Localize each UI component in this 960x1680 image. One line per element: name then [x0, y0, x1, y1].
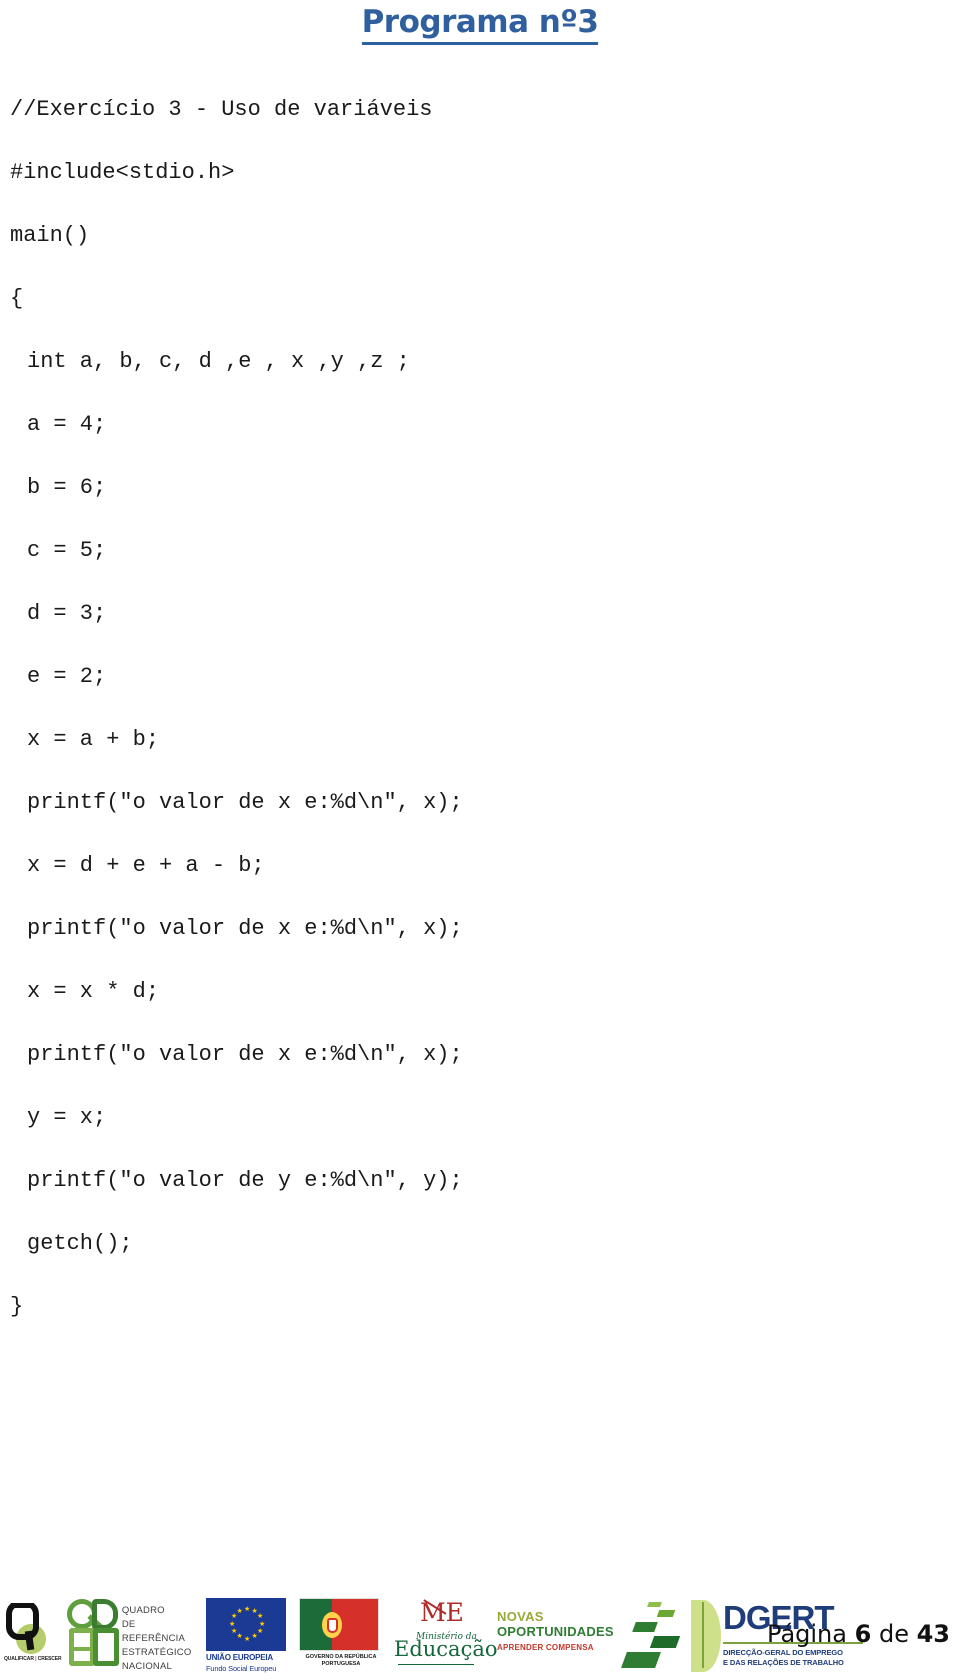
eu-star-icon: ★ [229, 1620, 236, 1628]
code-line: printf("o valor de x e:%d\n", x); [27, 916, 463, 941]
code-line: d = 3; [27, 601, 107, 626]
page-footer: QUALIFICAR | CRESCER QUADRO DE REFERÊNCI… [0, 1596, 960, 1680]
dgert-caption-1: DIRECÇÃO-GERAL DO EMPREGO [723, 1648, 843, 1657]
code-line: b = 6; [27, 475, 107, 500]
page-number-of: de [878, 1620, 909, 1648]
no-line-3: APRENDER COMPENSA [497, 1643, 594, 1652]
qren-logo: QUADRO DE REFERÊNCIA ESTRATÉGICO NACIONA… [65, 1598, 197, 1674]
no-line-1: NOVAS [497, 1609, 544, 1624]
poph-tagline: QUALIFICAR | CRESCER [4, 1656, 62, 1662]
code-line: { [10, 286, 24, 311]
portuguese-republic-logo: GOVERNO DA REPÚBLICA PORTUGUESA [299, 1598, 383, 1674]
footer-logo-strip: QUALIFICAR | CRESCER QUADRO DE REFERÊNCI… [4, 1596, 865, 1680]
code-line: y = x; [27, 1105, 107, 1130]
ministerio-educacao-logo: ME Ministério da Educação [392, 1598, 498, 1674]
page-number-current: 6 [854, 1620, 872, 1648]
dgert-caption-2: E DAS RELAÇÕES DE TRABALHO [723, 1658, 844, 1667]
eu-star-icon: ★ [231, 1628, 238, 1635]
page-number-total: 43 [916, 1620, 950, 1648]
page-title-text: Programa nº3 [361, 6, 599, 45]
poph-mark-icon [4, 1596, 52, 1654]
qren-line-1: QUADRO [121, 1605, 165, 1616]
code-line: #include<stdio.h> [10, 160, 235, 185]
pt-caption: GOVERNO DA REPÚBLICA PORTUGUESA [299, 1654, 383, 1668]
qren-line-4: NACIONAL [121, 1661, 172, 1672]
eu-star-icon: ★ [231, 1613, 238, 1620]
eu-star-icon: ★ [244, 1635, 251, 1643]
eu-star-icon: ★ [244, 1605, 251, 1613]
page-number: Página 6 de 43 [767, 1620, 950, 1648]
code-line: x = a + b; [27, 727, 160, 752]
code-line: int a, b, c, d ,e , x ,y ,z ; [27, 349, 410, 374]
page-number-label: Página [767, 1620, 847, 1648]
code-line: //Exercício 3 - Uso de variáveis [10, 97, 433, 122]
qren-wordmark: QUADRO DE REFERÊNCIA ESTRATÉGICO NACIONA… [122, 1598, 197, 1674]
dgert-leaf-icon [691, 1600, 721, 1672]
eu-caption-1: UNIÃO EUROPEIA [206, 1653, 273, 1662]
poph-logo: QUALIFICAR | CRESCER [4, 1596, 62, 1674]
code-line: printf("o valor de x e:%d\n", x); [27, 790, 463, 815]
code-line: x = x * d; [27, 979, 160, 1004]
novas-oportunidades-logo: NOVAS OPORTUNIDADES APRENDER COMPENSA [497, 1598, 614, 1674]
eu-flag-icon: ★ ★ ★ ★ ★ ★ ★ ★ ★ ★ ★ ★ [206, 1598, 286, 1651]
code-line: printf("o valor de y e:%d\n", y); [27, 1168, 463, 1193]
code-listing: //Exercício 3 - Uso de variáveis #include… [0, 95, 960, 1355]
eu-star-icon: ★ [259, 1620, 266, 1628]
code-line: getch(); [27, 1231, 133, 1256]
me-caption-2: Educação [394, 1637, 498, 1661]
eu-caption-2: Fundo Social Europeu [206, 1664, 277, 1673]
european-union-logo: ★ ★ ★ ★ ★ ★ ★ ★ ★ ★ ★ ★ UNIÃO EUROPEIA Fundo Social… [206, 1598, 290, 1674]
novas-oportunidades-shapes-icon [618, 1598, 681, 1674]
no-line-2: OPORTUNIDADES [497, 1624, 614, 1639]
code-line: main() [10, 223, 90, 248]
dgert-caption: DIRECÇÃO-GERAL DO EMPREGO E DAS RELAÇÕES… [723, 1648, 844, 1668]
eu-star-icon: ★ [256, 1613, 264, 1620]
code-line: a = 4; [27, 412, 107, 437]
code-line: } [10, 1294, 24, 1319]
code-line: c = 5; [27, 538, 107, 563]
code-line: x = d + e + a - b; [27, 853, 265, 878]
code-line: e = 2; [27, 664, 107, 689]
qren-line-3: ESTRATÉGICO [121, 1647, 192, 1658]
portugal-flag-icon [299, 1598, 379, 1651]
eu-star-icon: ★ [251, 1633, 258, 1641]
page-title: Programa nº3 [0, 4, 960, 45]
pt-caption-2: PORTUGUESA [321, 1661, 361, 1667]
me-monogram-icon: ME [420, 1598, 464, 1627]
eu-star-icon: ★ [236, 1607, 243, 1615]
code-line: printf("o valor de x e:%d\n", x); [27, 1042, 463, 1067]
qren-mark-icon [65, 1598, 119, 1670]
qren-line-2: DE REFERÊNCIA [121, 1619, 186, 1644]
eu-star-icon: ★ [236, 1633, 243, 1641]
eu-star-icon: ★ [251, 1607, 258, 1615]
pt-caption-1: GOVERNO DA REPÚBLICA [305, 1654, 377, 1660]
